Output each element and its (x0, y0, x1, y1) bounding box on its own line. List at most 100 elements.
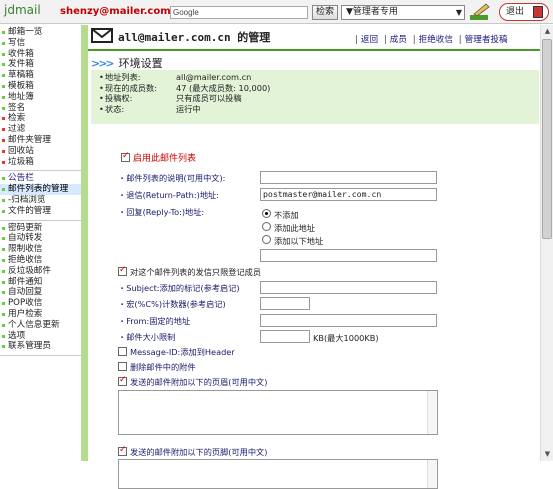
link-members[interactable]: 成员 (390, 35, 407, 45)
reply-to-custom-label: 添加以下地址 (274, 236, 324, 246)
sidebar-item[interactable]: 拒绝收信 (0, 255, 81, 266)
sidebar-item[interactable]: 公告栏 (0, 173, 81, 184)
size-limit-label: ・邮件大小限制 (118, 332, 176, 342)
section-heading: >>> 环境设置 (91, 57, 163, 70)
sidebar-item[interactable]: 发件箱 (0, 59, 81, 70)
info-row: 地址列表:all@mailer.com.cn (99, 72, 539, 83)
scroll-down-icon[interactable]: ▼ (542, 449, 553, 460)
from-label: ・From:固定的地址 (118, 316, 191, 326)
header-text-label: 发送的邮件附加以下的页眉(可用中文) (130, 377, 268, 387)
info-value: 47 (最大成员数: 10,000) (176, 82, 271, 93)
sidebar-item[interactable]: 模板箱 (0, 81, 81, 92)
info-row: 状态:运行中 (99, 104, 539, 115)
info-key: 现在的成员数: (99, 83, 176, 94)
sidebar-group: 密码更新 自动转发 限制收信 拒绝收信 反垃圾邮件 邮件通知 自动回复 POP收信 用户检索 个人… (0, 221, 81, 357)
sidebar-item[interactable]: 联系管理员 (0, 341, 81, 352)
info-key: 状态: (99, 104, 176, 115)
header-links: | 返回 | 成员 | 拒绝收信 | 管理者投稿 (355, 35, 508, 45)
textarea-scrollbar[interactable] (427, 391, 437, 434)
reply-to-this-radio[interactable] (262, 222, 271, 231)
sidebar-item[interactable]: 邮件列表的管理 (0, 184, 81, 195)
jdmail-logo: jdmail (4, 3, 41, 17)
logout-button[interactable]: 退出 (499, 3, 549, 21)
footer-textarea[interactable] (118, 459, 438, 489)
info-key: 地址列表: (99, 72, 176, 83)
top-bar: jdmail shenzy@mailer.com.cn Google 检索 ▼管… (0, 0, 553, 24)
sidebar-item[interactable]: 限制收信 (0, 244, 81, 255)
pen-icon[interactable] (468, 2, 492, 22)
reply-to-none-label: 不添加 (274, 210, 299, 220)
reply-to-none-radio[interactable] (262, 209, 271, 218)
remove-attachments-label: 删除邮件中的附件 (130, 362, 196, 372)
sidebar-item[interactable]: 回收站 (0, 146, 81, 157)
sidebar-item[interactable]: 签名 (0, 103, 81, 114)
sidebar-item[interactable]: 收件箱 (0, 49, 81, 60)
reply-to-this-label: 添加此地址 (274, 223, 315, 233)
enable-list-label: 启用此邮件列表 (133, 154, 197, 164)
sidebar: 邮箱一览 写信 收件箱 发件箱 草稿箱 模板箱 地址簿 签名 检索 过滤 邮件夹管理 回收站 垃圾箱 公告… (0, 25, 82, 461)
info-value: 只有成员可以投稿 (176, 93, 242, 103)
counter-input[interactable] (260, 297, 310, 310)
sidebar-item[interactable]: 邮箱一览 (0, 27, 81, 38)
sidebar-item[interactable]: 个人信息更新 (0, 320, 81, 331)
message-id-label: Message-ID:添加到Header (130, 347, 235, 357)
reply-to-input[interactable] (260, 249, 437, 262)
description-label: ・邮件列表的说明(可用中文): (118, 173, 226, 183)
sidebar-item[interactable]: 自动回复 (0, 287, 81, 298)
message-id-checkbox[interactable] (118, 347, 127, 356)
sidebar-item[interactable]: 自动转发 (0, 233, 81, 244)
footer-text-label: 发送的邮件附加以下的页脚(可用中文) (130, 447, 268, 457)
counter-label: ・宏(%C%)计数器(参考启记) (118, 299, 226, 309)
sidebar-item[interactable]: 反垃圾邮件 (0, 266, 81, 277)
size-limit-unit: KB(最大1000KB) (313, 333, 379, 343)
description-input[interactable] (260, 171, 437, 184)
sidebar-item[interactable]: 密码更新 (0, 223, 81, 234)
textarea-scrollbar[interactable] (427, 460, 437, 488)
info-value: all@mailer.com.cn (176, 72, 252, 82)
restrict-members-checkbox[interactable] (118, 265, 127, 276)
scroll-thumb[interactable] (542, 39, 552, 239)
sidebar-item[interactable]: -归档浏览 (0, 195, 81, 206)
main-panel: all@mailer.com.cn 的管理 | 返回 | 成员 | 拒绝收信 | 管理者… (88, 25, 540, 489)
sidebar-item[interactable]: 选项 (0, 331, 81, 342)
info-row: 投稿权:只有成员可以投稿 (99, 93, 539, 104)
sidebar-item[interactable]: 垃圾箱 (0, 157, 81, 168)
sidebar-group: 邮箱一览 写信 收件箱 发件箱 草稿箱 模板箱 地址簿 签名 检索 过滤 邮件夹管理 回收站 垃圾箱 (0, 25, 81, 172)
sidebar-item[interactable]: 邮件夹管理 (0, 135, 81, 146)
page-title: all@mailer.com.cn 的管理 (118, 31, 271, 44)
sidebar-item[interactable]: 过滤 (0, 124, 81, 135)
sidebar-item[interactable]: 检索 (0, 113, 81, 124)
scroll-up-icon[interactable]: ▲ (542, 26, 553, 37)
restrict-members-label: 对这个邮件列表的发信只限登记成员 (130, 267, 262, 277)
enable-list-checkbox[interactable] (121, 151, 130, 162)
sidebar-item[interactable]: POP收信 (0, 298, 81, 309)
link-back[interactable]: 返回 (361, 35, 378, 45)
link-reject[interactable]: 拒绝收信 (419, 35, 453, 45)
page-scrollbar[interactable]: ▲ ▼ (540, 25, 553, 461)
arrows-icon: >>> (91, 57, 115, 70)
from-input[interactable] (260, 314, 437, 327)
search-button[interactable]: 检索 (312, 5, 338, 20)
header-text-checkbox[interactable] (118, 375, 127, 386)
remove-attachments-checkbox[interactable] (118, 362, 127, 371)
mode-select[interactable]: ▼管理者专用 ▼ (341, 5, 465, 20)
sidebar-item[interactable]: 写信 (0, 38, 81, 49)
subject-tag-input[interactable] (260, 281, 437, 294)
current-user-email: shenzy@mailer.com.cn (60, 6, 188, 17)
google-search-input[interactable]: Google (170, 6, 308, 19)
header-textarea[interactable] (118, 390, 438, 435)
sidebar-item[interactable]: 邮件通知 (0, 277, 81, 288)
subject-tag-label: ・Subject:添加的标记(参考启记) (118, 283, 240, 293)
reply-to-custom-radio[interactable] (262, 235, 271, 244)
return-path-input[interactable]: postmaster@mailer.com.cn (260, 188, 437, 201)
sidebar-item[interactable]: 草稿箱 (0, 70, 81, 81)
link-admin-post[interactable]: 管理者投稿 (465, 35, 508, 45)
sidebar-item[interactable]: 用户检索 (0, 309, 81, 320)
info-row: 现在的成员数:47 (最大成员数: 10,000) (99, 83, 539, 94)
door-icon (533, 6, 543, 18)
info-value: 运行中 (176, 103, 201, 114)
sidebar-item[interactable]: 地址簿 (0, 92, 81, 103)
footer-text-checkbox[interactable] (118, 445, 127, 456)
sidebar-item[interactable]: 文件的管理 (0, 206, 81, 217)
size-limit-input[interactable] (260, 330, 310, 343)
